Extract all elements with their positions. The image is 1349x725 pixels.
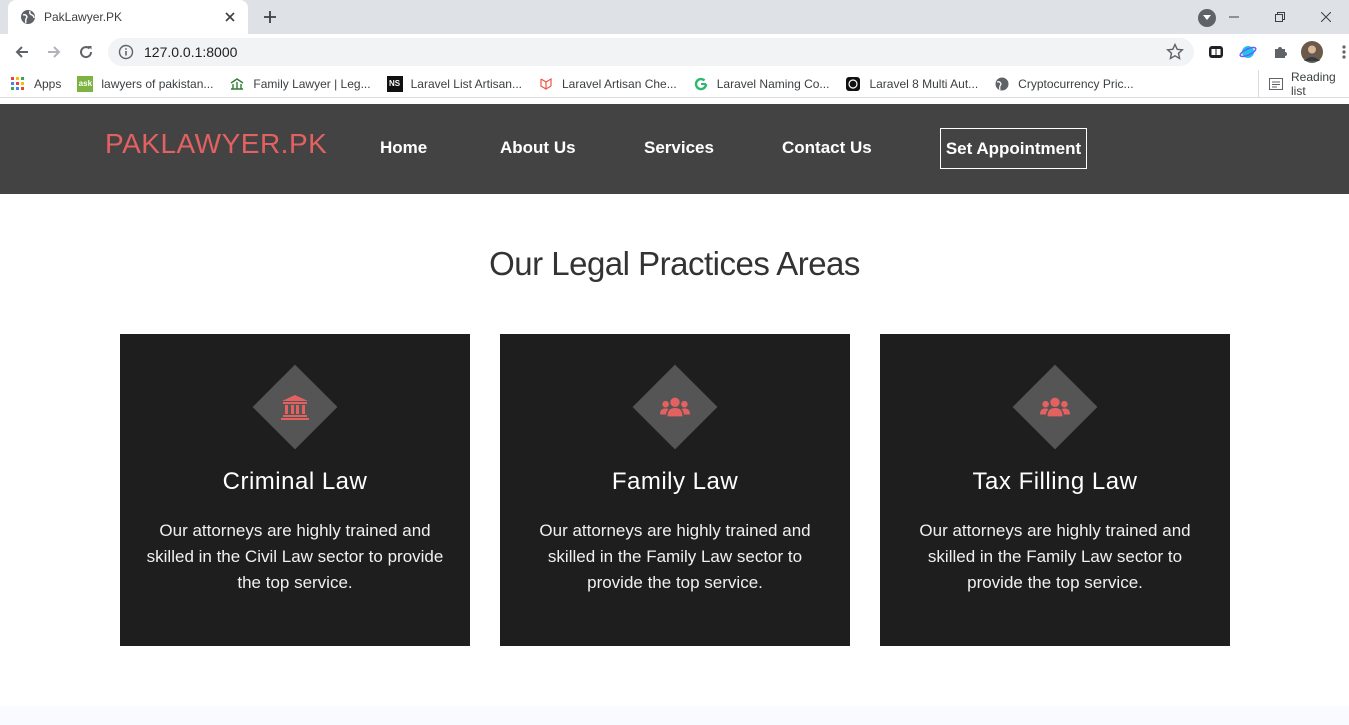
bookmark-laravel-list-artisan[interactable]: NS Laravel List Artisan...: [386, 75, 522, 92]
nav-contact-us[interactable]: Contact Us: [782, 138, 872, 158]
info-icon[interactable]: [118, 44, 134, 60]
family-lawyer-icon: [229, 76, 245, 92]
globe-icon: [994, 76, 1010, 92]
card-text: Our attorneys are highly trained and ski…: [146, 521, 444, 592]
bookmarks-bar: Apps ask lawyers of pakistan... Family L…: [0, 70, 1349, 98]
reload-icon[interactable]: [70, 36, 102, 68]
nav-services[interactable]: Services: [644, 138, 714, 158]
bookmark-cryptocurrency[interactable]: Cryptocurrency Pric...: [994, 76, 1134, 92]
new-tab-button[interactable]: [258, 6, 282, 28]
reading-list-icon: [1269, 78, 1283, 90]
bookmark-label: Laravel Artisan Che...: [561, 76, 677, 91]
practice-card-tax-filling[interactable]: Tax Filling Law Our attorneys are highly…: [880, 334, 1230, 646]
bookmark-label: Family Lawyer | Leg...: [253, 76, 371, 91]
users-icon: [1040, 392, 1070, 422]
puzzle-icon[interactable]: [1268, 40, 1292, 64]
planet-extension-icon[interactable]: [1236, 40, 1260, 64]
apps-grid-icon: [10, 76, 26, 92]
bookmark-apps[interactable]: Apps: [10, 76, 61, 92]
card-text: Our attorneys are highly trained and ski…: [919, 521, 1191, 592]
site-header: PAKLAWYER.PK Home About Us Services Cont…: [0, 104, 1349, 194]
site-logo[interactable]: PAKLAWYER.PK: [105, 128, 327, 160]
code-icon: [845, 76, 861, 92]
reading-list-label: Reading list: [1291, 70, 1336, 98]
bookmark-lawyers-of-pakistan[interactable]: ask lawyers of pakistan...: [77, 75, 214, 92]
address-bar[interactable]: [108, 38, 1194, 66]
card-icon-badge: [252, 364, 338, 450]
bookmark-laravel-naming[interactable]: Laravel Naming Co...: [693, 76, 830, 92]
avatar[interactable]: [1300, 40, 1324, 64]
forward-icon[interactable]: [38, 36, 70, 68]
g-icon: [693, 76, 709, 92]
window-controls: [1211, 0, 1349, 34]
bookmark-label: lawyers of pakistan...: [101, 76, 214, 91]
bookmark-label: Apps: [34, 76, 62, 91]
practice-card-family[interactable]: Family Law Our attorneys are highly trai…: [500, 334, 850, 646]
card-title: Criminal Law: [222, 468, 368, 495]
tab-title: PakLawyer.PK: [44, 10, 123, 24]
minimize-icon[interactable]: [1211, 0, 1257, 34]
laravel-icon: [538, 76, 554, 92]
nav-home[interactable]: Home: [380, 138, 427, 158]
ns-icon: NS: [386, 75, 403, 92]
bookmark-label: Laravel Naming Co...: [716, 76, 830, 91]
reading-list[interactable]: Reading list: [1258, 70, 1349, 98]
browser-tabstrip: PakLawyer.PK: [0, 0, 1349, 34]
close-tab-icon[interactable]: [222, 9, 238, 25]
bookmark-family-lawyer[interactable]: Family Lawyer | Leg...: [229, 76, 371, 92]
extensions-bar: [1204, 40, 1349, 64]
section-title: Our Legal Practices Areas: [489, 245, 860, 282]
card-title: Tax Filling Law: [972, 468, 1138, 495]
url-input[interactable]: [144, 44, 1166, 60]
restore-icon[interactable]: [1257, 0, 1303, 34]
card-icon-badge: [632, 364, 718, 450]
more-menu-icon[interactable]: [1332, 40, 1349, 64]
practice-card-criminal[interactable]: Criminal Law Our attorneys are highly tr…: [120, 334, 470, 646]
users-icon: [660, 392, 690, 422]
bookmark-star-icon[interactable]: [1166, 43, 1184, 61]
bookmark-laravel-artisan-cheat[interactable]: Laravel Artisan Che...: [538, 76, 677, 92]
ask-icon: ask: [77, 75, 94, 92]
tab-manager-icon[interactable]: [1204, 40, 1228, 64]
bookmark-label: Cryptocurrency Pric...: [1018, 76, 1134, 91]
bank-icon: [280, 392, 310, 422]
card-text: Our attorneys are highly trained and ski…: [539, 521, 811, 592]
bookmark-label: Laravel 8 Multi Aut...: [869, 76, 979, 91]
browser-tab[interactable]: PakLawyer.PK: [8, 0, 248, 34]
close-window-icon[interactable]: [1303, 0, 1349, 34]
nav-about-us[interactable]: About Us: [500, 138, 576, 158]
card-title: Family Law: [611, 468, 739, 495]
card-icon-badge: [1012, 364, 1098, 450]
bookmark-laravel-8-multi-auth[interactable]: Laravel 8 Multi Aut...: [845, 76, 978, 92]
set-appointment-button[interactable]: Set Appointment: [940, 128, 1087, 169]
bookmark-label: Laravel List Artisan...: [410, 76, 522, 91]
back-icon[interactable]: [6, 36, 38, 68]
globe-icon: [20, 9, 36, 25]
next-section-edge: [0, 706, 1349, 725]
